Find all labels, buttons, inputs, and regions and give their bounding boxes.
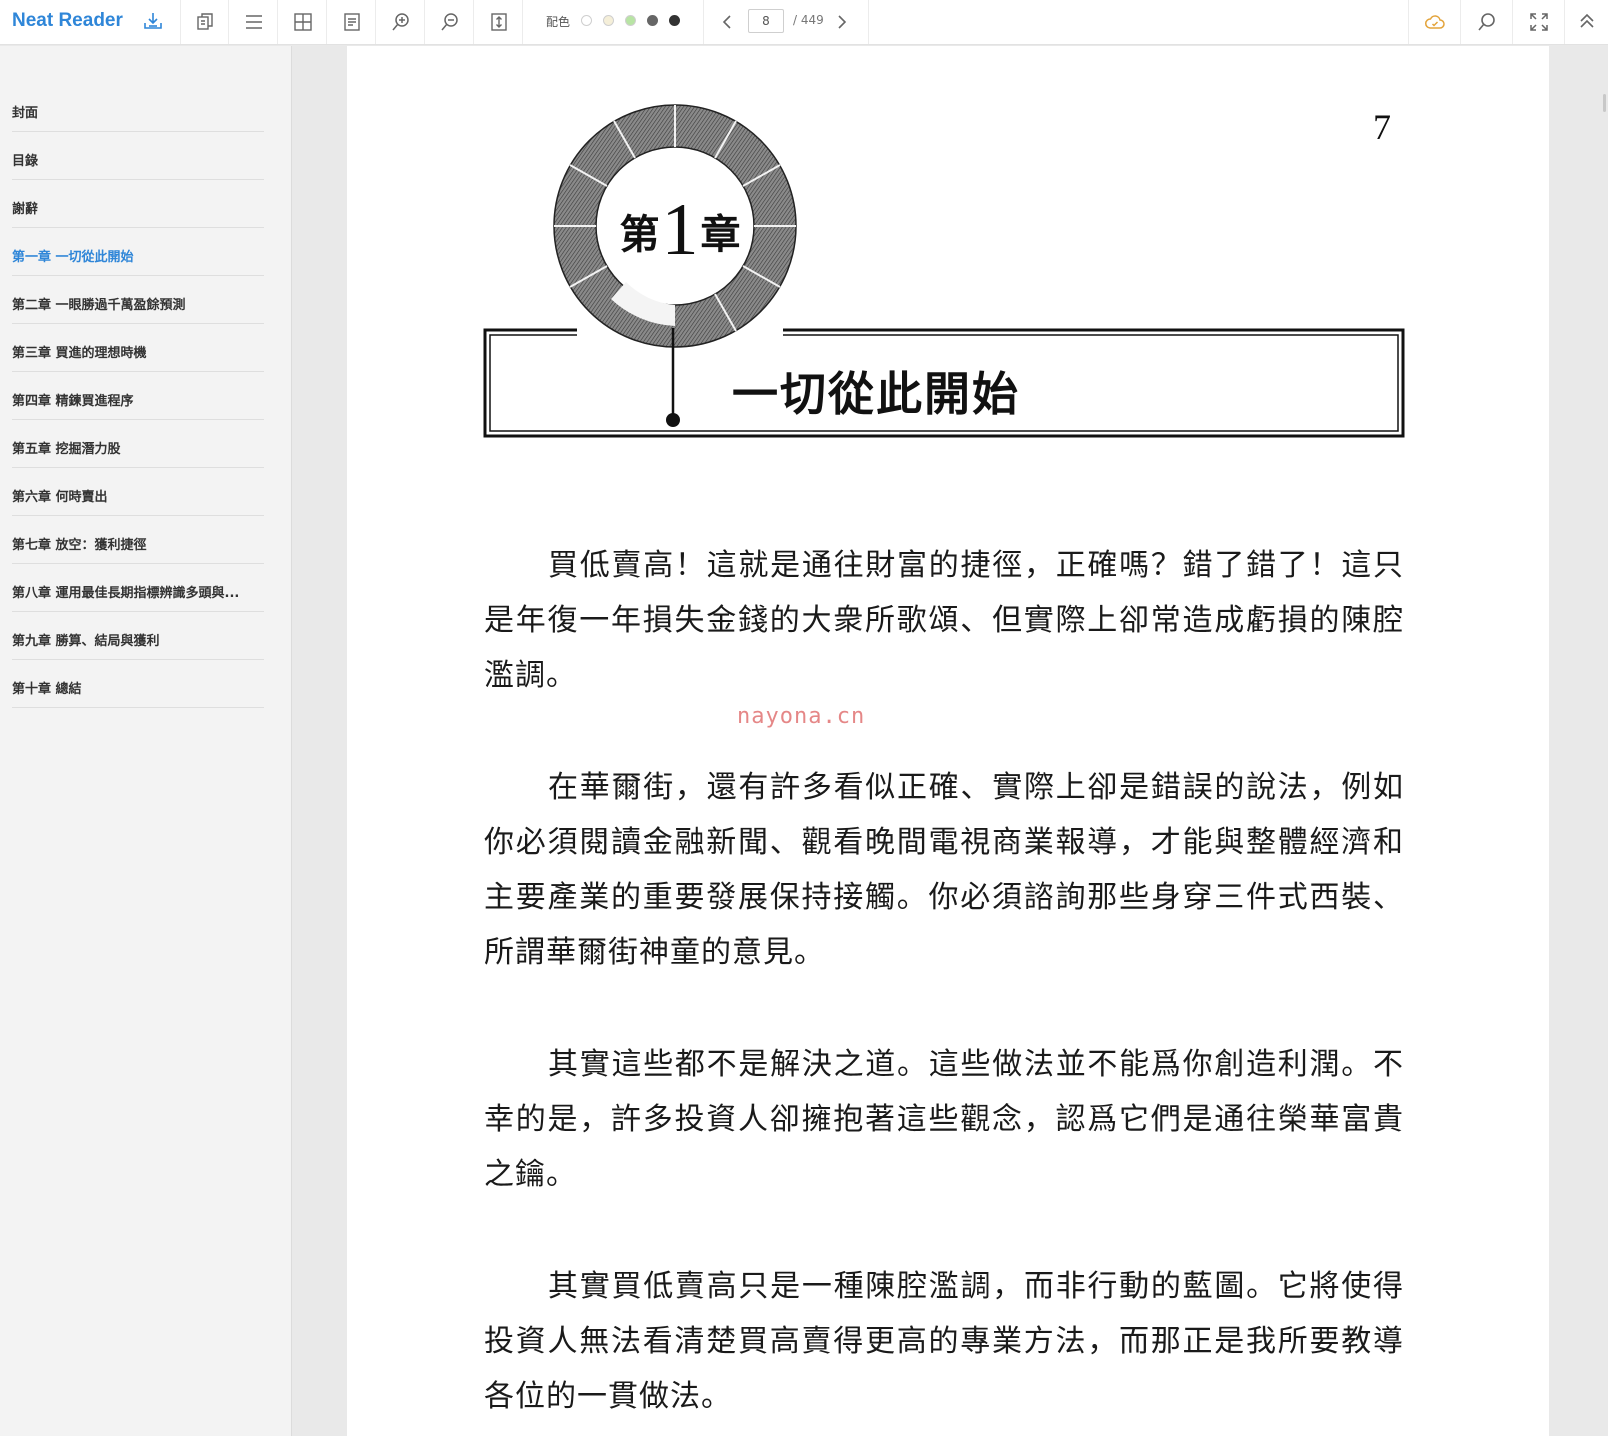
toc-item[interactable]: 目錄: [12, 132, 264, 180]
toc-item[interactable]: 第七章 放空：獲利捷徑: [12, 516, 264, 564]
chapter-number: 1: [661, 189, 699, 271]
collapse-toolbar-button[interactable]: [1564, 0, 1608, 44]
scrollbar-thumb[interactable]: [1603, 94, 1606, 112]
toc-item[interactable]: 第一章 一切從此開始: [12, 228, 264, 276]
chevron-right-icon: [838, 15, 847, 29]
book-page: 7 第1章 一切從此開始 買低賣高！這就是通往財富的捷徑，正確嗎？錯了錯了！這只…: [347, 46, 1549, 1436]
fullscreen-icon: [1530, 13, 1548, 31]
chapter-suffix: 章: [700, 211, 741, 258]
zoom-in-button[interactable]: [376, 0, 425, 44]
theme-swatch-sepia[interactable]: [603, 15, 614, 26]
theme-swatch-gray[interactable]: [647, 15, 658, 26]
toc-item[interactable]: 第二章 一眼勝過千萬盈餘預測: [12, 276, 264, 324]
toc-item[interactable]: 第九章 勝算、結局與獲利: [12, 612, 264, 660]
theme-swatch-white[interactable]: [581, 15, 592, 26]
cloud-sync-button[interactable]: [1408, 0, 1460, 44]
toc-item[interactable]: 謝辭: [12, 180, 264, 228]
page-number: 7: [1373, 107, 1391, 147]
copy-button[interactable]: [180, 0, 229, 44]
paragraph-3: 其實這些都不是解決之道。這些做法並不能爲你創造利潤。不幸的是，許多投資人卻擁抱著…: [484, 1047, 1404, 1192]
page-navigator: / 449: [703, 0, 869, 44]
previous-page-button[interactable]: [718, 12, 738, 32]
toc-item[interactable]: 第三章 買進的理想時機: [12, 324, 264, 372]
paragraph-2: 在華爾街，還有許多看似正確、實際上卻是錯誤的說法，例如你必須閱讀金融新聞、觀看晚…: [484, 770, 1404, 970]
chapter-number-label: 第1章: [605, 182, 755, 271]
theme-swatch-green[interactable]: [625, 15, 636, 26]
paragraph-4: 其實買低賣高只是一種陳腔濫調，而非行動的藍圖。它將使得投資人無法看清楚買高賣得更…: [484, 1269, 1404, 1414]
theme-swatch-dark[interactable]: [669, 15, 680, 26]
theme-picker: 配色: [531, 0, 704, 44]
toc-item[interactable]: 第五章 挖掘潛力股: [12, 420, 264, 468]
cloud-icon: [1425, 15, 1445, 29]
menu-icon: [246, 15, 262, 29]
notes-button[interactable]: [327, 0, 376, 44]
zoom-in-icon: [392, 13, 409, 31]
brand-group: Neat Reader: [0, 0, 181, 44]
paragraph-1: 買低賣高！這就是通往財富的捷徑，正確嗎？錯了錯了！這只是年復一年損失金錢的大衆所…: [484, 548, 1404, 693]
chapter-title: 一切從此開始: [732, 367, 1020, 421]
toc-list: 封面 目錄 謝辭 第一章 一切從此開始 第二章 一眼勝過千萬盈餘預測 第三章 買進的理想時…: [12, 84, 264, 708]
page-total-label: / 449: [793, 13, 824, 27]
fullscreen-button[interactable]: [1512, 0, 1564, 44]
vertical-scrollbar[interactable]: [1600, 46, 1608, 1436]
toc-sidebar: 封面 目錄 謝辭 第一章 一切從此開始 第二章 一眼勝過千萬盈餘預測 第三章 買進的理想時…: [0, 46, 292, 1436]
toc-item[interactable]: 第八章 運用最佳長期指標辨識多頭與...: [12, 564, 264, 612]
chapter-prefix: 第: [619, 211, 660, 258]
toc-item[interactable]: 第十章 總結: [12, 660, 264, 708]
top-toolbar: Neat Reader 配色 / 449: [0, 0, 1608, 45]
fit-height-button[interactable]: [474, 0, 523, 44]
collapse-up-icon: [1580, 13, 1594, 28]
search-icon: [1478, 13, 1495, 31]
grid-icon: [294, 13, 312, 31]
watermark: nayona.cn: [737, 704, 866, 729]
zoom-out-icon: [441, 13, 458, 31]
copy-icon: [197, 13, 213, 30]
toc-item[interactable]: 封面: [12, 84, 264, 132]
toc-menu-button[interactable]: [229, 0, 278, 44]
theme-label: 配色: [546, 15, 571, 29]
next-page-button[interactable]: [831, 12, 851, 32]
page-number-input[interactable]: [748, 9, 784, 33]
download-icon[interactable]: [143, 11, 163, 31]
toc-item[interactable]: 第四章 精鍊買進程序: [12, 372, 264, 420]
toc-item[interactable]: 第六章 何時賣出: [12, 468, 264, 516]
grid-view-button[interactable]: [278, 0, 327, 44]
app-brand: Neat Reader: [12, 10, 123, 31]
fit-height-icon: [491, 13, 507, 31]
notes-icon: [344, 13, 360, 31]
chevron-left-icon: [722, 15, 731, 29]
zoom-out-button[interactable]: [425, 0, 474, 44]
search-button[interactable]: [1460, 0, 1512, 44]
